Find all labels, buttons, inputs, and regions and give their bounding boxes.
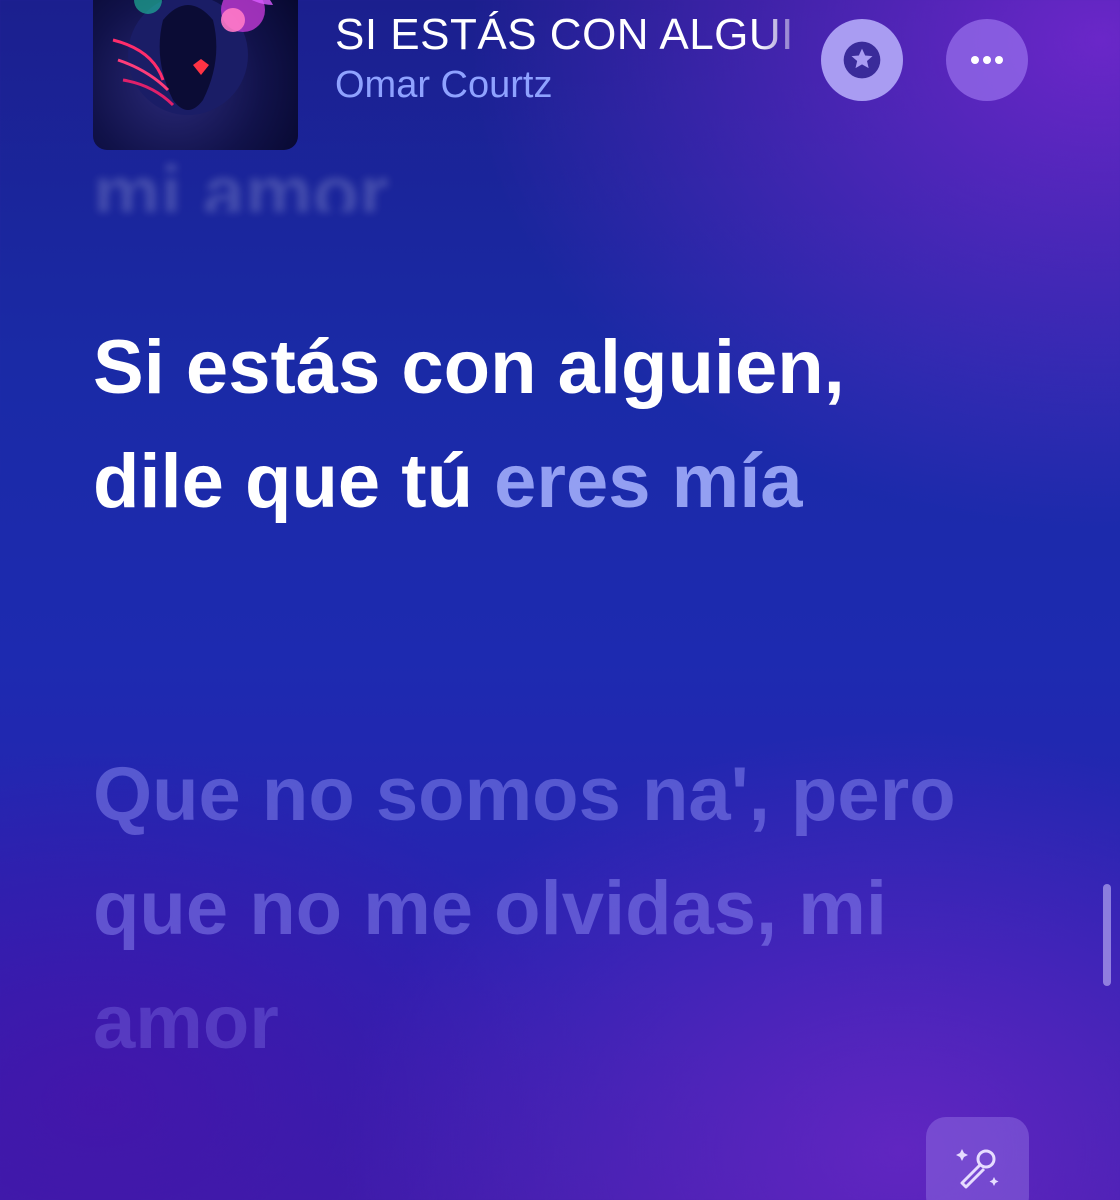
next-lyric-line[interactable]: Que no somos na', pero que no me olvidas…	[93, 738, 993, 1080]
scroll-indicator[interactable]	[1103, 884, 1111, 986]
artist-name[interactable]: Omar Courtz	[335, 64, 552, 107]
microphone-sparkles-icon	[955, 1149, 998, 1189]
favorite-button[interactable]	[821, 19, 903, 101]
lyrics-singing-button[interactable]	[926, 1117, 1029, 1200]
ellipsis-icon	[971, 56, 1003, 64]
star-icon	[843, 41, 881, 79]
pending-lyric-text: eres mía	[494, 439, 803, 524]
more-options-button[interactable]	[946, 19, 1028, 101]
next-lyric-text: Que no somos na', pero que no me olvidas…	[93, 752, 956, 951]
album-artwork[interactable]	[93, 0, 298, 150]
album-art-image	[112, 0, 273, 115]
current-lyric-line[interactable]: Si estás con alguien, dile que tú eres m…	[93, 311, 993, 539]
previous-lyric-line[interactable]: mi amor	[93, 150, 389, 212]
song-title[interactable]: SI ESTÁS CON ALGUI	[335, 10, 815, 58]
next-lyric-text-end: amor	[93, 980, 279, 1065]
